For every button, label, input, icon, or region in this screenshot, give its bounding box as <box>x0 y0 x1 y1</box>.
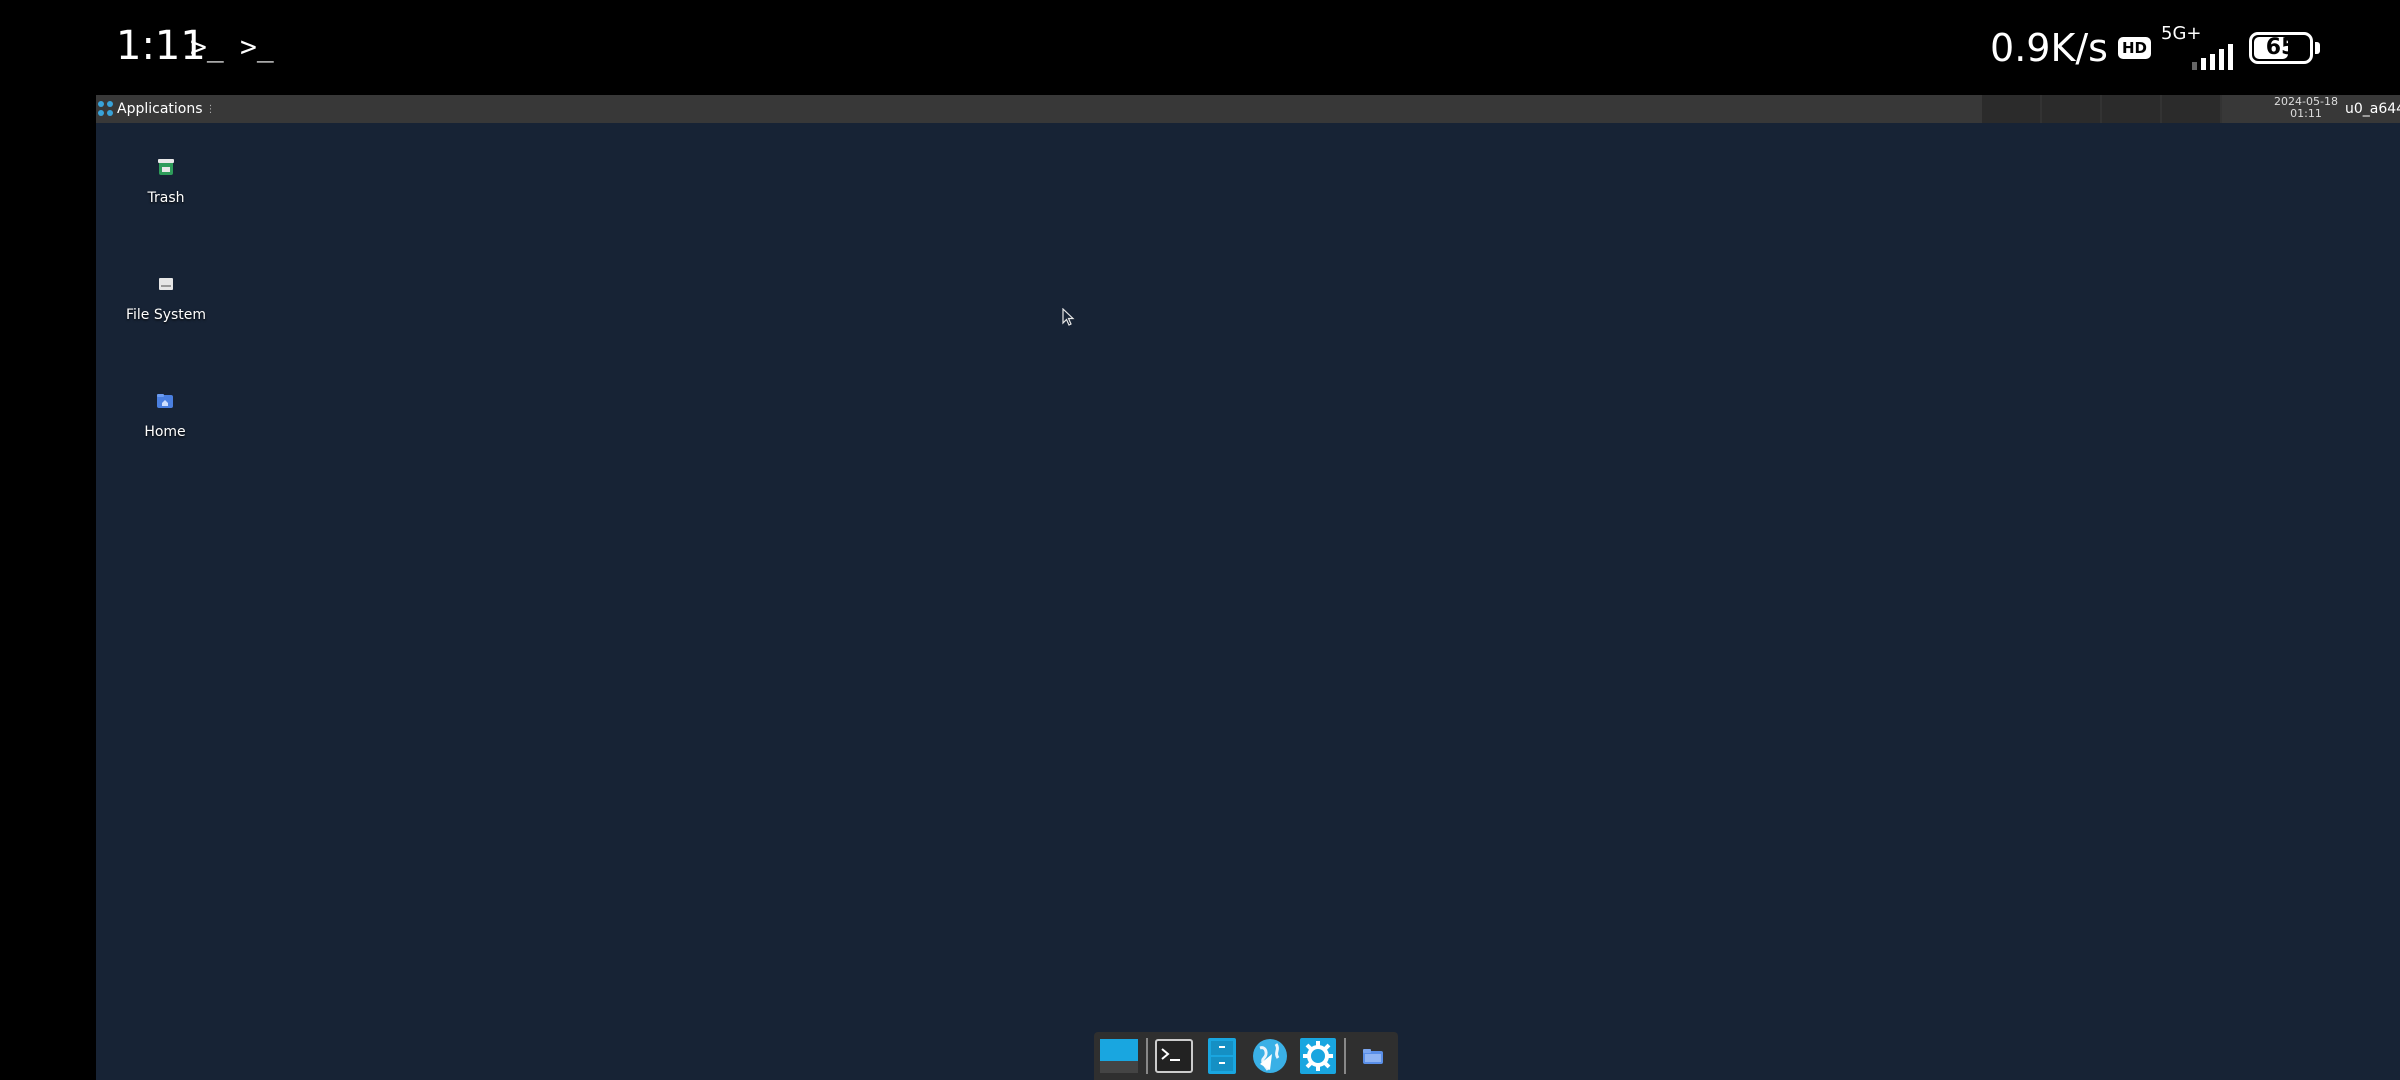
show-desktop-icon <box>1099 1039 1138 1073</box>
network-type-label: 5G+ <box>2161 23 2202 44</box>
cellular-signal-icon: 5G+ <box>2161 24 2233 72</box>
web-browser-button[interactable] <box>1249 1035 1291 1077</box>
user-menu[interactable]: u0_a644 <box>2345 95 2400 123</box>
file-manager-button[interactable] <box>1201 1035 1243 1077</box>
terminal-notification-icon: >_ <box>190 30 224 63</box>
dock-panel <box>1094 1032 1398 1080</box>
workspace-switcher[interactable] <box>1982 95 2222 123</box>
show-desktop-button[interactable] <box>1098 1035 1140 1077</box>
hd-voice-icon: HD <box>2117 37 2151 59</box>
trash-icon <box>156 157 176 177</box>
battery-tip <box>2315 42 2320 54</box>
top-panel: Applications ⋮ 2024-05-18 01:11 u0_a644 <box>96 95 2400 123</box>
workspace-4[interactable] <box>2162 95 2222 123</box>
workspace-2[interactable] <box>2042 95 2102 123</box>
folder-icon <box>1363 1049 1384 1064</box>
home-folder-icon <box>155 391 175 411</box>
desktop-icon-file-system[interactable]: File System <box>96 274 236 323</box>
desktop[interactable]: Applications ⋮ 2024-05-18 01:11 u0_a644 … <box>96 95 2400 1080</box>
desktop-icon-label: Trash <box>147 190 185 206</box>
desktop-icon-label: File System <box>125 307 207 323</box>
clock-time: 01:11 <box>2290 107 2322 120</box>
mouse-pointer-icon <box>1062 307 1082 332</box>
applications-menu-button[interactable]: Applications ⋮ <box>98 95 216 123</box>
dock-separator <box>1344 1038 1347 1074</box>
battery-icon: 65 <box>2249 32 2313 64</box>
dock-separator <box>1145 1038 1148 1074</box>
settings-button[interactable] <box>1297 1035 1339 1077</box>
panel-grip-icon: ⋮ <box>205 103 216 115</box>
drive-icon <box>156 274 176 294</box>
settings-icon <box>1299 1038 1336 1074</box>
android-status-bar: 1:11 >_ >_ 0.9K/s HD 5G+ 65 <box>0 0 2400 95</box>
panel-clock[interactable]: 2024-05-18 01:11 <box>2268 96 2344 120</box>
terminal-notification-icon-2: >_ <box>240 30 274 63</box>
applications-label: Applications <box>117 101 203 117</box>
desktop-icon-home[interactable]: Home <box>96 391 235 440</box>
desktop-icon-trash[interactable]: Trash <box>96 157 236 206</box>
workspace-1[interactable] <box>1982 95 2042 123</box>
signal-bars <box>2192 44 2233 70</box>
workspace-3[interactable] <box>2102 95 2162 123</box>
web-browser-icon <box>1252 1039 1287 1073</box>
file-manager-icon <box>1208 1038 1237 1074</box>
status-right-group: 0.9K/s HD 5G+ 65 <box>1990 20 2320 76</box>
desktop-icon-label: Home <box>144 424 186 440</box>
terminal-button[interactable] <box>1154 1035 1196 1077</box>
terminal-icon <box>1155 1039 1194 1073</box>
network-speed: 0.9K/s <box>1990 26 2108 70</box>
xfce-menu-icon <box>98 101 114 117</box>
battery-percent: 65 <box>2265 35 2297 60</box>
folder-button[interactable] <box>1352 1035 1394 1077</box>
